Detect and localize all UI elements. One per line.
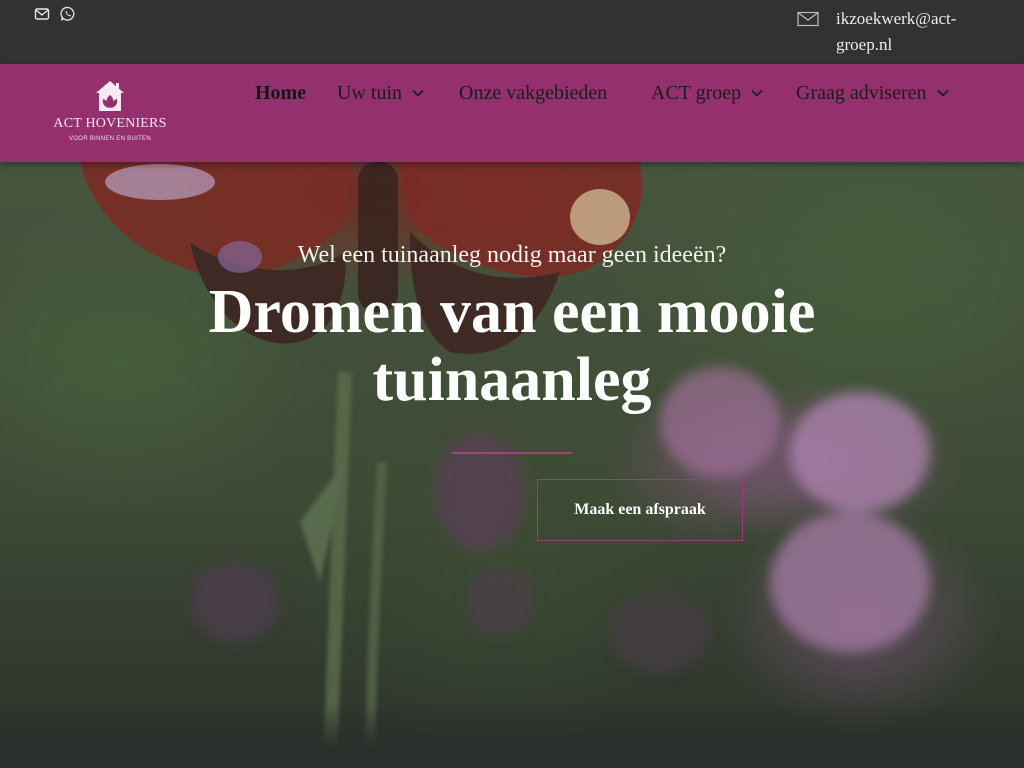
top-bar: ikzoekwerk@act-groep.nl bbox=[0, 0, 1024, 64]
nav-label: Home bbox=[255, 81, 307, 104]
nav-label: Graag adviseren bbox=[796, 81, 927, 104]
nav-label: Uw tuin bbox=[337, 81, 402, 104]
house-leaf-icon bbox=[92, 78, 128, 114]
hero-section: Wel een tuinaanleg nodig maar geen ideeë… bbox=[0, 162, 1024, 768]
nav-item-onze-vakgebieden[interactable]: Onze vakgebieden bbox=[459, 80, 607, 106]
main-navigation: ACT HOVENIERS VOOR BINNEN EN BUITEN Home… bbox=[0, 64, 1024, 162]
whatsapp-icon[interactable] bbox=[60, 6, 76, 22]
hero-subtitle: Wel een tuinaanleg nodig maar geen ideeë… bbox=[297, 242, 727, 268]
hero-fade bbox=[0, 702, 1024, 768]
nav-item-home[interactable]: Home bbox=[255, 80, 306, 106]
logo[interactable]: ACT HOVENIERS VOOR BINNEN EN BUITEN bbox=[44, 76, 176, 154]
chevron-down-icon bbox=[751, 89, 763, 97]
contact-email-link[interactable]: ikzoekwerk@act-groep.nl bbox=[836, 6, 986, 58]
logo-tagline: VOOR BINNEN EN BUITEN bbox=[69, 136, 151, 142]
chevron-down-icon bbox=[412, 89, 424, 97]
nav-label: ACT groep bbox=[651, 81, 742, 104]
nav-label: Onze vakgebieden bbox=[459, 81, 608, 104]
nav-item-graag-adviseren[interactable]: Graag adviseren bbox=[796, 80, 949, 106]
nav-item-uw-tuin[interactable]: Uw tuin bbox=[337, 80, 424, 106]
chevron-down-icon bbox=[936, 89, 949, 97]
mail-icon[interactable] bbox=[34, 6, 50, 22]
hero-title: Dromen van een mooie tuinaanleg bbox=[208, 278, 816, 414]
nav-item-act-groep[interactable]: ACT groep bbox=[651, 80, 763, 106]
hero-divider bbox=[452, 452, 572, 454]
make-appointment-button[interactable]: Maak een afspraak bbox=[537, 479, 743, 541]
logo-name: ACT HOVENIERS bbox=[53, 116, 167, 131]
envelope-icon bbox=[797, 11, 819, 27]
